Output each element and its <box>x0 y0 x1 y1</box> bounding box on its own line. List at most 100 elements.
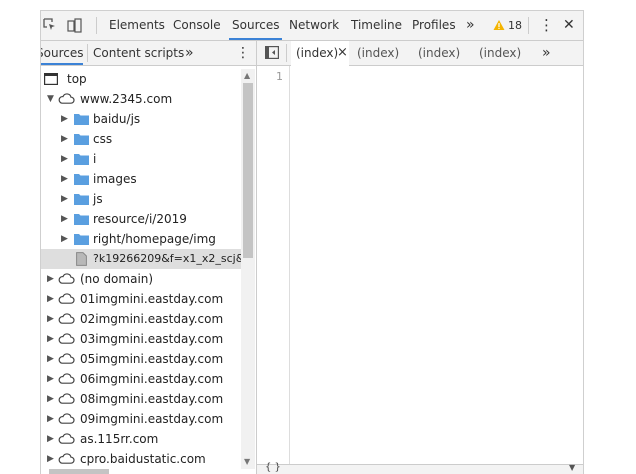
horizontal-scrollbar-thumb[interactable] <box>49 469 109 474</box>
collapsed-arrow-icon[interactable]: ▶ <box>47 409 57 429</box>
collapsed-arrow-icon[interactable]: ▶ <box>47 429 57 449</box>
collapsed-arrow-icon[interactable]: ▶ <box>61 109 71 129</box>
cloud-icon <box>58 273 75 284</box>
tree-item-domain[interactable]: ▶ 01imgmini.eastday.com <box>41 289 241 309</box>
tab-network[interactable]: Network <box>289 11 339 40</box>
cloud-icon <box>58 313 75 324</box>
tab-profiles[interactable]: Profiles <box>412 11 456 40</box>
editor-tab[interactable]: (index) <box>418 41 460 65</box>
tree-item-label: right/homepage/img <box>93 232 216 246</box>
collapsed-arrow-icon[interactable]: ▶ <box>47 289 57 309</box>
cloud-icon <box>58 433 75 444</box>
tree-item-domain[interactable]: ▶ 09imgmini.eastday.com <box>41 409 241 429</box>
tree-item-domain[interactable]: ▶ 08imgmini.eastday.com <box>41 389 241 409</box>
tree-item-domain[interactable]: ▶ cpro.baidustatic.com <box>41 449 241 469</box>
tree-item-domain[interactable]: ▶ 02imgmini.eastday.com <box>41 309 241 329</box>
tree-item-folder[interactable]: ▶ i <box>41 149 241 169</box>
nav-tabs-overflow[interactable]: » <box>185 41 194 65</box>
tree-item-label: baidu/js <box>93 112 141 126</box>
cloud-icon <box>58 353 75 364</box>
tree-item-domain[interactable]: ▶ 03imgmini.eastday.com <box>41 329 241 349</box>
tree-item-folder[interactable]: ▶ images <box>41 169 241 189</box>
warning-count: 18 <box>508 19 522 32</box>
inspect-icon[interactable] <box>43 18 57 35</box>
collapsed-arrow-icon[interactable]: ▶ <box>47 389 57 409</box>
tree-item-folder[interactable]: ▶ baidu/js <box>41 109 241 129</box>
navigator-panel: Sources Content scripts » ⋮ top ▼ www.23… <box>41 41 257 474</box>
scroll-up-icon[interactable]: ▲ <box>244 71 250 80</box>
navigator-scrollbar[interactable]: ▲ ▼ <box>241 69 255 469</box>
device-toggle-icon[interactable] <box>67 18 83 36</box>
tree-item-label: www.2345.com <box>80 92 173 106</box>
nav-tab-sources[interactable]: Sources <box>41 41 84 65</box>
cloud-icon <box>58 453 75 464</box>
folder-icon <box>74 194 89 205</box>
collapsed-arrow-icon[interactable]: ▶ <box>61 209 71 229</box>
collapsed-arrow-icon[interactable]: ▶ <box>47 349 57 369</box>
nav-menu-button[interactable]: ⋮ <box>236 41 250 65</box>
tree-item-label: 03imgmini.eastday.com <box>80 332 224 346</box>
cloud-icon <box>58 293 75 304</box>
expanded-arrow-icon[interactable]: ▼ <box>47 89 57 109</box>
tabs-overflow-button[interactable]: » <box>466 11 475 40</box>
tree-item-label: 06imgmini.eastday.com <box>80 372 224 386</box>
close-button[interactable]: ✕ <box>563 11 575 40</box>
navigator-tabs: Sources Content scripts » ⋮ <box>41 41 256 66</box>
collapsed-arrow-icon[interactable]: ▶ <box>61 229 71 249</box>
more-menu-button[interactable]: ⋮ <box>539 11 554 40</box>
tree-item-label: css <box>93 132 113 146</box>
collapsed-arrow-icon[interactable]: ▶ <box>47 369 57 389</box>
frame-icon <box>44 73 58 85</box>
scroll-down-icon[interactable]: ▼ <box>244 457 250 466</box>
tree-item-domain[interactable]: ▼ www.2345.com <box>41 89 241 109</box>
tree-item-folder[interactable]: ▶ right/homepage/img <box>41 229 241 249</box>
nav-tab-divider <box>87 44 88 62</box>
nav-tab-content-scripts[interactable]: Content scripts <box>93 41 184 65</box>
tree-item-top[interactable]: top <box>41 69 241 89</box>
tab-elements[interactable]: Elements <box>109 11 165 40</box>
line-number: 1 <box>276 70 283 83</box>
tree-item-folder[interactable]: ▶ resource/i/2019 <box>41 209 241 229</box>
main-toolbar: Elements Console Sources Network Timelin… <box>41 11 583 41</box>
tree-item-label: as.115rr.com <box>80 432 159 446</box>
tree-item-label: resource/i/2019 <box>93 212 187 226</box>
code-area[interactable] <box>290 66 583 464</box>
tree-item-label: 05imgmini.eastday.com <box>80 352 224 366</box>
editor-tab[interactable]: (index) <box>357 41 399 65</box>
editor-tab-active[interactable]: (index) × <box>291 41 349 66</box>
cloud-icon <box>58 93 75 104</box>
toggle-navigator-icon[interactable] <box>265 46 280 62</box>
tree-item-label: images <box>93 172 137 186</box>
tree-item-domain[interactable]: ▶ as.115rr.com <box>41 429 241 449</box>
collapsed-arrow-icon[interactable]: ▶ <box>47 309 57 329</box>
editor-tabs-overflow[interactable]: » <box>542 41 551 65</box>
collapsed-arrow-icon[interactable]: ▶ <box>47 269 57 289</box>
tab-timeline[interactable]: Timeline <box>351 11 402 40</box>
folder-icon <box>74 114 89 125</box>
pretty-print-icon[interactable]: { } <box>265 462 281 473</box>
tree-item-folder[interactable]: ▶ js <box>41 189 241 209</box>
tree-item-domain[interactable]: ▶ 06imgmini.eastday.com <box>41 369 241 389</box>
collapsed-arrow-icon[interactable]: ▶ <box>47 329 57 349</box>
collapsed-arrow-icon[interactable]: ▶ <box>61 149 71 169</box>
tree-item-domain[interactable]: ▶ (no domain) <box>41 269 241 289</box>
tab-close-icon[interactable]: × <box>337 41 348 65</box>
tree-item-domain[interactable]: ▶ 05imgmini.eastday.com <box>41 349 241 369</box>
devtools-window: Elements Console Sources Network Timelin… <box>40 10 584 474</box>
tree-item-label: 09imgmini.eastday.com <box>80 412 224 426</box>
status-dropdown-icon[interactable]: ▼ <box>569 463 575 472</box>
scrollbar-thumb[interactable] <box>243 83 253 258</box>
collapsed-arrow-icon[interactable]: ▶ <box>61 129 71 149</box>
editor-tab[interactable]: (index) <box>479 41 521 65</box>
tree-item-label: 02imgmini.eastday.com <box>80 312 224 326</box>
editor-tabs: (index) × (index) (index) (index) » <box>257 41 583 66</box>
tree-item-file-selected[interactable]: ?k19266209&f=x1_x2_scj&p= <box>41 249 241 269</box>
collapsed-arrow-icon[interactable]: ▶ <box>61 169 71 189</box>
tree-item-folder[interactable]: ▶ css <box>41 129 241 149</box>
tree-item-label: top <box>67 72 87 86</box>
collapsed-arrow-icon[interactable]: ▶ <box>47 449 57 469</box>
tab-console[interactable]: Console <box>173 11 221 40</box>
folder-icon <box>74 134 89 145</box>
tab-sources[interactable]: Sources <box>229 11 283 40</box>
collapsed-arrow-icon[interactable]: ▶ <box>61 189 71 209</box>
